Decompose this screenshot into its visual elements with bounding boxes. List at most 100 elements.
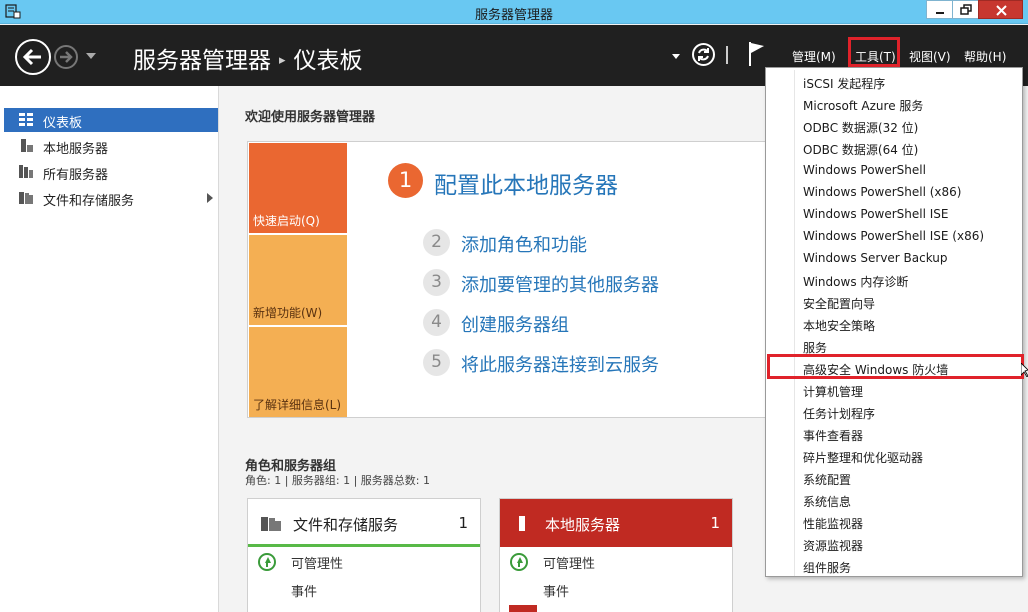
tools-menu-item[interactable]: Windows 内存诊断 xyxy=(767,269,1021,291)
refresh-button[interactable] xyxy=(692,43,715,66)
sidebar-item-label: 文件和存储服务 xyxy=(43,194,135,209)
tile-learn-more[interactable]: 了解详细信息(L) xyxy=(249,327,347,417)
history-dropdown-icon[interactable] xyxy=(86,53,96,59)
step-add-servers: 3 添加要管理的其他服务器 xyxy=(423,269,823,297)
create-server-group-link[interactable]: 创建服务器组 xyxy=(461,311,569,337)
tools-menu-item[interactable]: Windows PowerShell ISE (x86) xyxy=(767,225,1021,247)
sidebar-item-dashboard[interactable]: 仪表板 xyxy=(4,108,218,132)
step-number-badge: 4 xyxy=(423,309,450,336)
breadcrumb-current: 仪表板 xyxy=(293,48,363,74)
menu-item-label: iSCSI 发起程序 xyxy=(803,77,886,91)
close-button[interactable] xyxy=(978,0,1023,19)
menu-item-label: Windows Server Backup xyxy=(803,251,948,265)
tools-menu-item[interactable]: iSCSI 发起程序 xyxy=(767,71,1021,93)
role-card-local-server[interactable]: 本地服务器 1 可管理性 事件 xyxy=(499,498,733,612)
title-bar: 服务器管理器 xyxy=(0,0,1028,24)
menu-item-label: 本地安全策略 xyxy=(803,319,876,333)
storage-icon xyxy=(19,192,33,204)
step-create-group: 4 创建服务器组 xyxy=(423,309,823,337)
menu-help[interactable]: 帮助(H) xyxy=(964,48,1006,65)
card-header: 文件和存储服务 1 xyxy=(248,499,480,547)
back-button[interactable] xyxy=(15,39,51,75)
menu-item-label: 任务计划程序 xyxy=(803,407,876,421)
forward-button[interactable] xyxy=(54,45,78,69)
tile-label: 新增功能(W) xyxy=(253,306,323,320)
welcome-heading: 欢迎使用服务器管理器 xyxy=(245,110,376,125)
expand-arrow-icon[interactable] xyxy=(207,193,213,203)
card-header: 本地服务器 1 xyxy=(500,499,732,547)
menu-item-label: ODBC 数据源(64 位) xyxy=(803,143,919,157)
header-dropdown-icon[interactable] xyxy=(672,54,680,59)
tools-menu-item[interactable]: 任务计划程序 xyxy=(767,401,1021,423)
notifications-flag-icon[interactable] xyxy=(748,41,766,67)
breadcrumb-root[interactable]: 服务器管理器 xyxy=(133,48,271,74)
menu-manage[interactable]: 管理(M) xyxy=(792,48,836,65)
card-title: 本地服务器 xyxy=(545,516,621,534)
step-add-roles: 2 添加角色和功能 xyxy=(423,229,823,257)
minimize-icon xyxy=(936,12,944,14)
tools-menu-item[interactable]: Windows PowerShell (x86) xyxy=(767,181,1021,203)
server-icon xyxy=(519,516,525,531)
step-number-badge: 1 xyxy=(388,163,423,198)
tools-menu-item[interactable]: Windows PowerShell ISE xyxy=(767,203,1021,225)
refresh-icon xyxy=(698,48,709,61)
menu-item-label: 计算机管理 xyxy=(803,385,864,399)
header-divider xyxy=(726,46,728,64)
tools-menu-item[interactable]: 碎片整理和优化驱动器 xyxy=(767,445,1021,467)
step-number-badge: 3 xyxy=(423,269,450,296)
menu-item-label: 系统信息 xyxy=(803,495,852,509)
mouse-cursor-icon xyxy=(1021,363,1028,377)
restore-button[interactable] xyxy=(952,0,979,19)
menu-item-label: 安全配置向导 xyxy=(803,297,876,311)
menu-item-label: Windows PowerShell (x86) xyxy=(803,185,962,199)
add-servers-link[interactable]: 添加要管理的其他服务器 xyxy=(461,271,659,297)
breadcrumb-separator-icon: ▸ xyxy=(279,53,286,68)
connect-cloud-link[interactable]: 将此服务器连接到云服务 xyxy=(461,351,659,377)
sidebar-item-file-storage[interactable]: 文件和存储服务 xyxy=(4,186,218,210)
menu-item-label: 事件查看器 xyxy=(803,429,864,443)
tools-menu-item[interactable]: Windows PowerShell xyxy=(767,159,1021,181)
menu-item-label: Windows PowerShell ISE (x86) xyxy=(803,229,985,243)
menu-item-label: 资源监视器 xyxy=(803,539,864,553)
tools-menu-item[interactable]: 系统配置 xyxy=(767,467,1021,489)
row-label: 可管理性 xyxy=(543,557,596,572)
window-title: 服务器管理器 xyxy=(474,8,553,23)
forward-arrow-icon xyxy=(60,51,73,63)
row-label: 可管理性 xyxy=(291,557,344,572)
breadcrumb: 服务器管理器 ▸ 仪表板 xyxy=(133,41,363,75)
card-title: 文件和存储服务 xyxy=(293,516,399,534)
tools-menu-item[interactable]: 计算机管理 xyxy=(767,379,1021,401)
tools-menu-item[interactable]: 事件查看器 xyxy=(767,423,1021,445)
roles-summary: 角色: 1 | 服务器组: 1 | 服务器总数: 1 xyxy=(245,474,431,487)
tools-menu-item[interactable]: 性能监视器 xyxy=(767,511,1021,533)
menu-item-label: ODBC 数据源(32 位) xyxy=(803,121,919,135)
tools-menu-item[interactable]: 资源监视器 xyxy=(767,533,1021,555)
sidebar-item-local-server[interactable]: 本地服务器 xyxy=(4,134,218,158)
tools-menu-item[interactable]: ODBC 数据源(64 位) xyxy=(767,137,1021,159)
tile-label: 快速启动(Q) xyxy=(253,214,320,228)
tools-menu-item[interactable]: Windows Server Backup xyxy=(767,247,1021,269)
tools-menu-item[interactable]: 本地安全策略 xyxy=(767,313,1021,335)
step-number-badge: 2 xyxy=(423,229,450,256)
minimize-button[interactable] xyxy=(926,0,953,19)
tools-menu-item[interactable]: 组件服务 xyxy=(767,555,1021,577)
menu-item-label: Windows PowerShell xyxy=(803,163,926,177)
close-icon xyxy=(996,5,1007,16)
menu-view[interactable]: 视图(V) xyxy=(909,48,951,65)
sidebar-item-all-servers[interactable]: 所有服务器 xyxy=(4,160,218,184)
card-count: 1 xyxy=(458,514,468,532)
sidebar-item-label: 所有服务器 xyxy=(43,168,109,183)
sidebar-item-label: 本地服务器 xyxy=(43,142,109,157)
add-roles-link[interactable]: 添加角色和功能 xyxy=(461,231,587,257)
restore-icon xyxy=(960,4,972,15)
tools-menu-item[interactable]: 安全配置向导 xyxy=(767,291,1021,313)
menu-item-label: Microsoft Azure 服务 xyxy=(803,99,924,113)
tile-quick-start[interactable]: 快速启动(Q) xyxy=(249,143,347,233)
role-card-file-storage[interactable]: 文件和存储服务 1 可管理性 事件 xyxy=(247,498,481,612)
tools-menu-item[interactable]: 系统信息 xyxy=(767,489,1021,511)
configure-local-server-link[interactable]: 配置此本地服务器 xyxy=(434,166,618,200)
tile-whats-new[interactable]: 新增功能(W) xyxy=(249,235,347,325)
tools-menu-item[interactable]: ODBC 数据源(32 位) xyxy=(767,115,1021,137)
alert-marker xyxy=(509,605,537,612)
tools-menu-item[interactable]: Microsoft Azure 服务 xyxy=(767,93,1021,115)
